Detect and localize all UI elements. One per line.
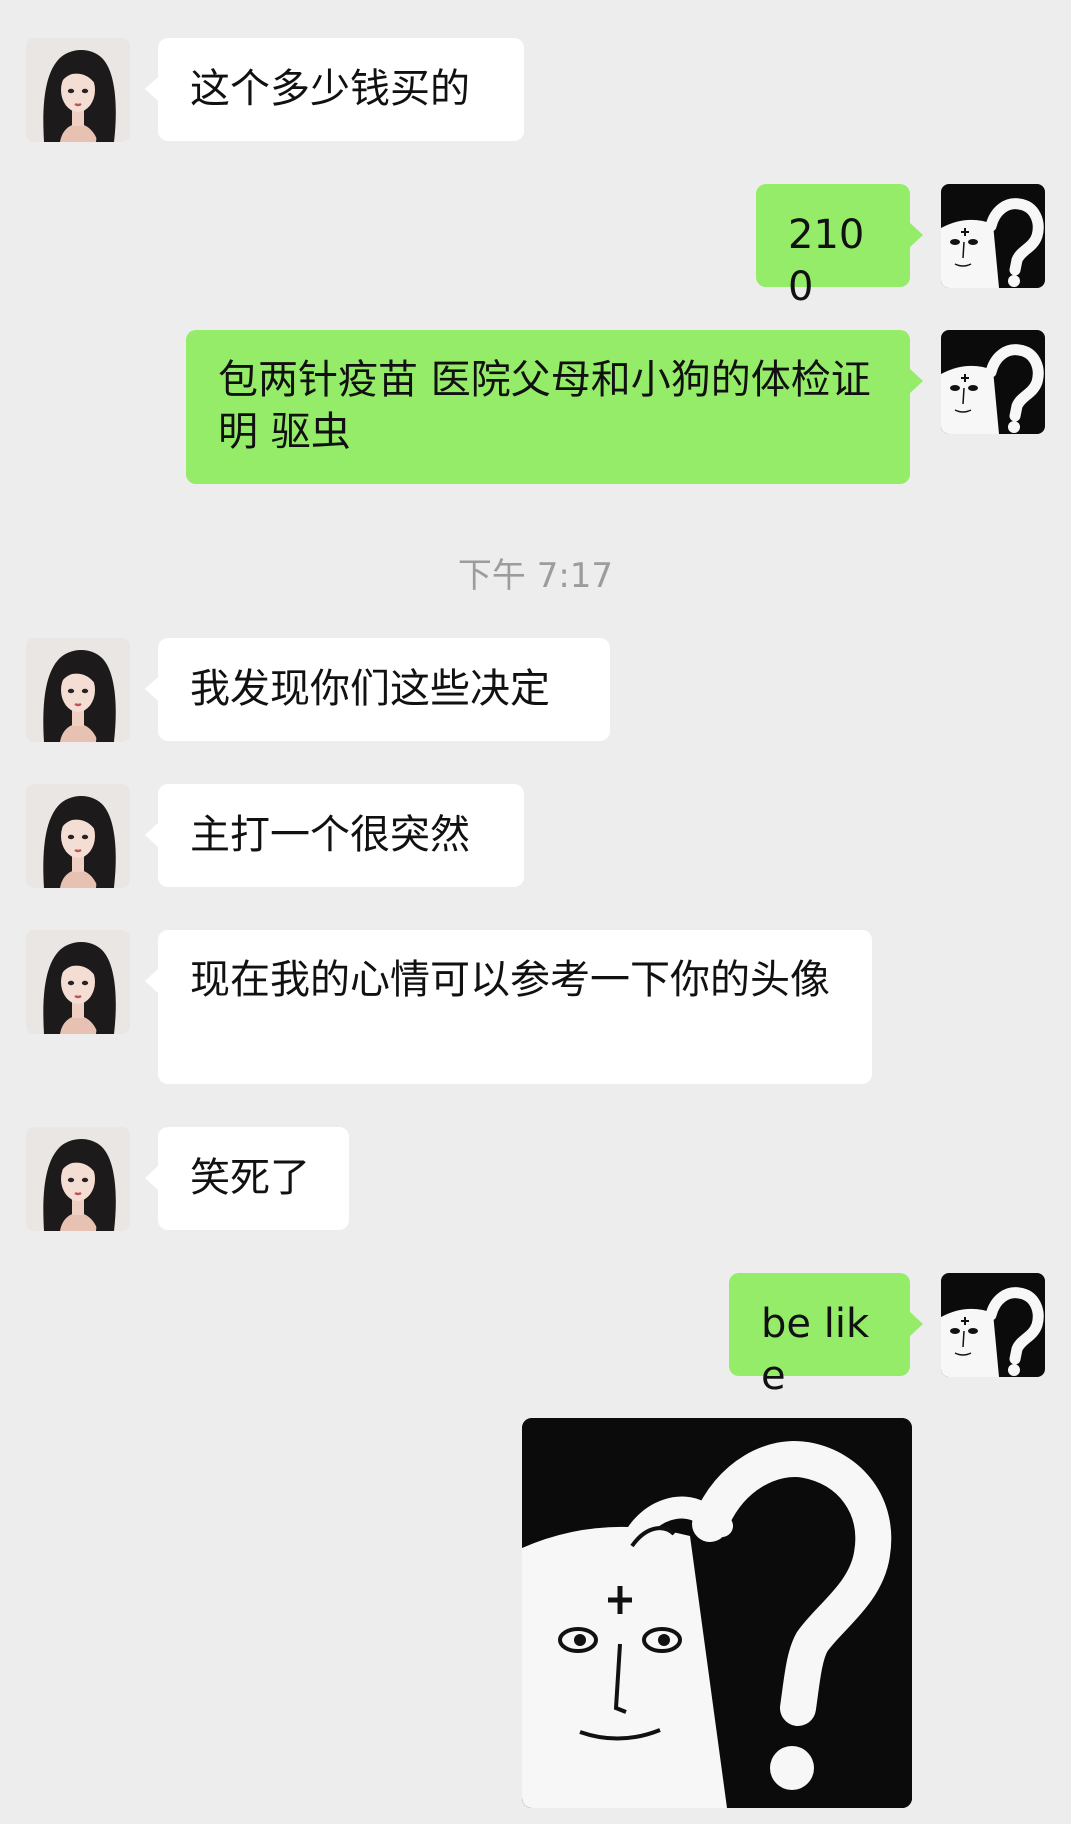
question-mark-meme-avatar-icon bbox=[941, 184, 1045, 288]
message-text: be like bbox=[761, 1301, 870, 1399]
girl-avatar-icon bbox=[26, 38, 130, 142]
message-bubble-outgoing[interactable]: 包两针疫苗 医院父母和小狗的体检证明 驱虫 bbox=[186, 330, 923, 484]
self-avatar-icon[interactable] bbox=[941, 184, 1045, 288]
contact-avatar-icon[interactable] bbox=[26, 784, 130, 888]
message-bubble-incoming[interactable]: 我发现你们这些决定 bbox=[145, 638, 610, 741]
self-avatar-icon[interactable] bbox=[941, 330, 1045, 434]
image-message[interactable] bbox=[522, 1418, 912, 1808]
question-mark-meme-avatar-icon bbox=[941, 330, 1045, 434]
message-text: 现在我的心情可以参考一下你的头像 bbox=[190, 957, 830, 1003]
contact-avatar-icon[interactable] bbox=[26, 1127, 130, 1231]
message-timestamp: 下午 7:17 bbox=[457, 556, 614, 596]
message-bubble-incoming[interactable]: 现在我的心情可以参考一下你的头像 bbox=[145, 930, 872, 1084]
message-text: 这个多少钱买的 bbox=[190, 66, 470, 112]
contact-avatar-icon[interactable] bbox=[26, 638, 130, 742]
girl-avatar-icon bbox=[26, 784, 130, 888]
girl-avatar-icon bbox=[26, 638, 130, 742]
message-bubble-outgoing[interactable]: be like bbox=[729, 1273, 923, 1399]
message-text: 主打一个很突然 bbox=[190, 812, 470, 858]
message-bubble-incoming[interactable]: 这个多少钱买的 bbox=[145, 38, 524, 141]
message-text: 我发现你们这些决定 bbox=[190, 666, 550, 712]
message-text: 笑死了 bbox=[190, 1155, 310, 1201]
contact-avatar-icon[interactable] bbox=[26, 930, 130, 1034]
question-mark-meme-avatar-icon bbox=[941, 1273, 1045, 1377]
message-text: 包两针疫苗 医院父母和小狗的体检证明 驱虫 bbox=[218, 357, 871, 455]
message-bubble-outgoing[interactable]: 2100 bbox=[756, 184, 923, 310]
message-bubble-incoming[interactable]: 笑死了 bbox=[145, 1127, 349, 1230]
self-avatar-icon[interactable] bbox=[941, 1273, 1045, 1377]
chat-area[interactable]: 这个多少钱买的 2100 包两针疫苗 医院父母和小狗的体检证明 驱虫 下午 7:… bbox=[0, 0, 1071, 1824]
girl-avatar-icon bbox=[26, 930, 130, 1034]
message-bubble-incoming[interactable]: 主打一个很突然 bbox=[145, 784, 524, 887]
contact-avatar-icon[interactable] bbox=[26, 38, 130, 142]
question-mark-meme-image-icon bbox=[522, 1418, 912, 1808]
girl-avatar-icon bbox=[26, 1127, 130, 1231]
message-text: 2100 bbox=[788, 212, 865, 310]
